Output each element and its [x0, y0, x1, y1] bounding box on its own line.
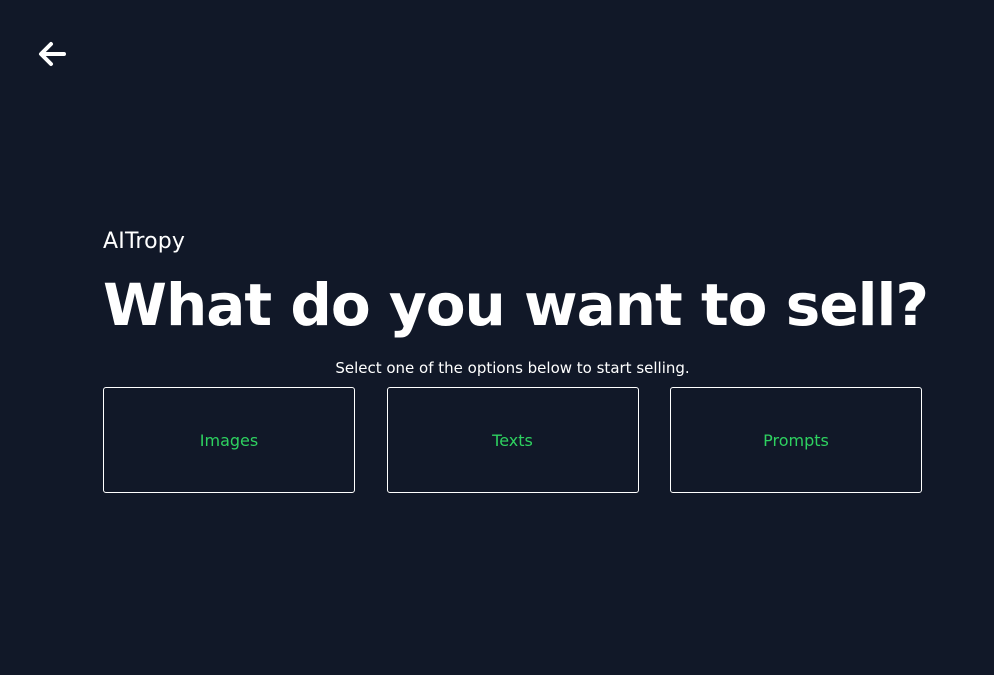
- option-label: Prompts: [763, 430, 829, 450]
- page-title: What do you want to sell?: [103, 271, 929, 339]
- option-cards: Images Texts Prompts: [103, 387, 922, 493]
- brand-logo: AITropy: [103, 229, 186, 254]
- option-prompts-button[interactable]: Prompts: [670, 387, 922, 493]
- option-label: Texts: [492, 430, 533, 450]
- option-texts-button[interactable]: Texts: [386, 387, 639, 493]
- page-subtitle: Select one of the options below to start…: [335, 359, 690, 377]
- main-content: AITropy What do you want to sell? Select…: [103, 226, 929, 493]
- arrow-left-icon: [37, 41, 67, 67]
- option-label: Images: [199, 430, 259, 450]
- option-images-button[interactable]: Images: [103, 387, 355, 493]
- back-button[interactable]: [36, 38, 68, 70]
